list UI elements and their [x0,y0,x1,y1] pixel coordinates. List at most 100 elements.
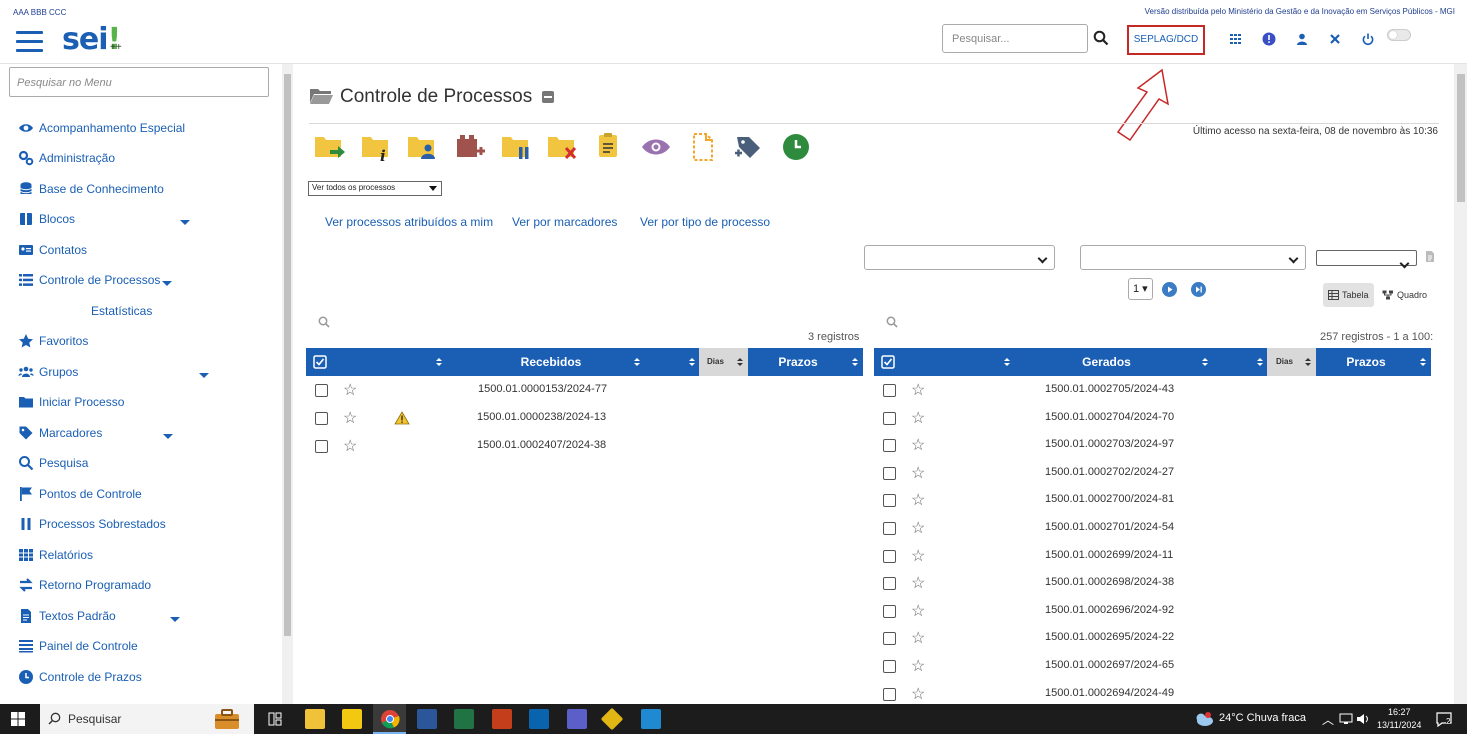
taskbar-search[interactable]: Pesquisar [40,704,254,734]
sort-icon[interactable] [689,358,695,366]
select-all-checkbox-icon[interactable] [881,355,895,369]
star-icon[interactable]: ☆ [911,573,925,593]
power-bi-icon[interactable] [342,709,362,729]
generated-column-header[interactable]: Gerados [1019,348,1194,376]
row-checkbox[interactable] [315,384,328,397]
unit-selector[interactable]: SEPLAG/DCD [1127,25,1205,55]
star-icon[interactable]: ☆ [911,463,925,483]
git-icon[interactable] [600,707,624,731]
filter-select-3[interactable] [1316,250,1417,266]
row-checkbox[interactable] [883,660,896,673]
hamburger-menu-button[interactable] [16,31,43,53]
grid-icon[interactable] [1229,32,1243,46]
search-icon[interactable] [1093,30,1109,46]
process-number-link[interactable]: 1500.01.0002407/2024-38 [477,439,606,451]
sidebar-item-sobrestados[interactable]: Processos Sobrestados [18,514,166,534]
chevron-down-icon[interactable] [162,281,172,286]
next-page-button[interactable] [1162,282,1177,297]
process-number-link[interactable]: 1500.01.0002698/2024-38 [1045,576,1174,588]
table-row[interactable]: ☆ 1500.01.0002698/2024-38 [874,570,1431,597]
powerpoint-icon[interactable] [492,709,512,729]
sidebar-item-favoritos[interactable]: Favoritos [18,331,88,351]
sidebar-scrollbar[interactable] [282,64,293,704]
star-icon[interactable]: ☆ [911,435,925,455]
received-column-header[interactable]: Recebidos [451,348,651,376]
view-table-button[interactable]: Tabela [1323,283,1374,307]
clock-time[interactable]: 16:27 [1388,707,1411,717]
chevron-down-icon[interactable] [180,220,190,225]
sidebar-item-controle-prazos[interactable]: Controle de Prazos [18,667,142,687]
row-checkbox[interactable] [883,522,896,535]
process-info-icon[interactable]: i [360,131,394,163]
sidebar-item-relatorios[interactable]: Relatórios [18,545,93,565]
table-row[interactable]: ☆ 1500.01.0002697/2024-65 [874,653,1431,680]
table-row[interactable]: ☆ 1500.01.0002407/2024-38 [306,433,863,460]
sort-icon[interactable] [1257,358,1263,366]
sort-icon[interactable] [852,358,858,366]
weather-text[interactable]: 24°C Chuva fraca [1219,712,1306,724]
star-icon[interactable]: ☆ [911,518,925,538]
filter-select-1[interactable] [864,245,1055,270]
prazos-column-header[interactable]: Prazos [748,348,848,376]
last-page-button[interactable] [1191,282,1206,297]
process-number-link[interactable]: 1500.01.0002700/2024-81 [1045,493,1174,505]
sidebar-item-textos-padrao[interactable]: Textos Padrão [18,606,116,626]
chevron-down-icon[interactable] [170,617,180,622]
prazos-column-header[interactable]: Prazos [1316,348,1416,376]
sidebar-item-controle-processos[interactable]: Controle de Processos [18,270,160,290]
assign-user-icon[interactable] [406,131,440,163]
deadline-control-icon[interactable] [779,131,813,163]
row-checkbox[interactable] [883,411,896,425]
add-tag-icon[interactable] [733,131,767,163]
table-row[interactable]: ☆ 1500.01.0002696/2024-92 [874,598,1431,625]
table-row[interactable]: ☆ 1500.01.0002700/2024-81 [874,487,1431,514]
word-icon[interactable] [417,709,437,729]
row-checkbox[interactable] [883,632,896,646]
table-row[interactable]: ☆ 1500.01.0002705/2024-43 [874,377,1431,404]
header-search-input[interactable]: Pesquisar... [942,24,1088,53]
process-number-link[interactable]: 1500.01.0002695/2024-22 [1045,631,1174,643]
sidebar-item-contatos[interactable]: Contatos [18,240,87,260]
row-checkbox[interactable] [883,577,896,591]
collapse-toolbar-button[interactable] [542,91,554,103]
table-row[interactable]: ☆ 1500.01.0000238/2024-13 [306,405,863,432]
process-number-link[interactable]: 1500.01.0002705/2024-43 [1045,383,1174,395]
star-icon[interactable]: ☆ [911,546,925,566]
filter-search-icon[interactable] [886,316,898,328]
sidebar-item-pesquisa[interactable]: Pesquisa [18,453,88,473]
table-row[interactable]: ☆ 1500.01.0002703/2024-97 [874,432,1431,459]
process-number-link[interactable]: 1500.01.0000238/2024-13 [477,411,606,423]
sidebar-item-blocos[interactable]: Blocos [18,209,75,229]
excel-icon[interactable] [454,709,474,729]
view-board-button[interactable]: Quadro [1377,283,1432,307]
process-number-link[interactable]: 1500.01.0002704/2024-70 [1045,411,1174,423]
task-view-icon[interactable] [268,712,282,726]
sort-icon[interactable] [1202,358,1208,366]
star-icon[interactable]: ☆ [343,408,357,428]
star-icon[interactable]: ☆ [911,628,925,648]
sidebar-item-estatisticas[interactable]: Estatísticas [91,301,152,321]
row-checkbox[interactable] [315,440,328,453]
outlook-icon[interactable] [529,709,549,729]
row-checkbox[interactable] [883,604,896,618]
row-checkbox[interactable] [883,549,896,563]
table-row[interactable]: ☆ 1500.01.0002702/2024-27 [874,460,1431,487]
send-process-icon[interactable] [313,131,347,163]
sort-icon[interactable] [737,358,743,366]
table-row[interactable]: ☆ 1500.01.0002699/2024-11 [874,543,1431,570]
sidebar-item-marcadores[interactable]: Marcadores [18,423,102,443]
sort-icon[interactable] [436,358,442,366]
star-icon[interactable]: ☆ [911,490,925,510]
chevron-down-icon[interactable] [199,373,209,378]
table-row[interactable]: ☆ 1500.01.0000153/2024-77 [306,377,863,404]
star-icon[interactable]: ☆ [343,436,357,456]
process-number-link[interactable]: 1500.01.0002696/2024-92 [1045,604,1174,616]
new-document-icon[interactable] [686,131,720,163]
process-number-link[interactable]: 1500.01.0002702/2024-27 [1045,466,1174,478]
vscode-icon[interactable] [641,709,661,729]
sort-icon[interactable] [1420,358,1426,366]
sidebar-item-pontos-controle[interactable]: Pontos de Controle [18,484,142,504]
page-scrollbar[interactable] [1454,64,1467,704]
teams-icon[interactable] [567,709,587,729]
link-by-tags[interactable]: Ver por marcadores [512,215,617,229]
